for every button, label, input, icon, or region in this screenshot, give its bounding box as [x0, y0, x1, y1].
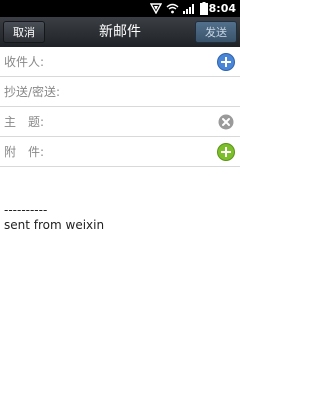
clear-icon[interactable]	[217, 113, 235, 131]
page-title: 新邮件	[99, 24, 141, 40]
cc-bcc-label: 抄送/密送:	[4, 85, 61, 99]
subject-label: 主 题:	[4, 115, 45, 129]
attachment-label: 附 件:	[4, 145, 45, 159]
status-time: 18:04	[200, 2, 236, 15]
to-field[interactable]: 收件人:	[0, 47, 240, 77]
cc-bcc-field[interactable]: 抄送/密送:	[0, 77, 240, 107]
cancel-button[interactable]: 取消	[3, 21, 45, 43]
add-attachment-icon[interactable]	[217, 143, 235, 161]
status-icons	[150, 2, 208, 15]
wifi-icon	[166, 3, 179, 14]
send-button[interactable]: 发送	[195, 21, 237, 43]
title-bar: 取消 新邮件 发送	[0, 17, 240, 47]
add-recipient-icon[interactable]	[217, 53, 235, 71]
signature-separator: ----------	[4, 203, 48, 217]
attachment-field[interactable]: 附 件:	[0, 137, 240, 167]
signature-text: sent from weixin	[4, 218, 105, 232]
signal-icon	[150, 3, 162, 14]
cell-signal-icon	[183, 4, 194, 14]
message-body[interactable]: ---------- sent from weixin	[4, 203, 104, 233]
to-label: 收件人:	[4, 55, 45, 69]
subject-field[interactable]: 主 题:	[0, 107, 240, 137]
status-bar: 18:04	[0, 0, 240, 17]
